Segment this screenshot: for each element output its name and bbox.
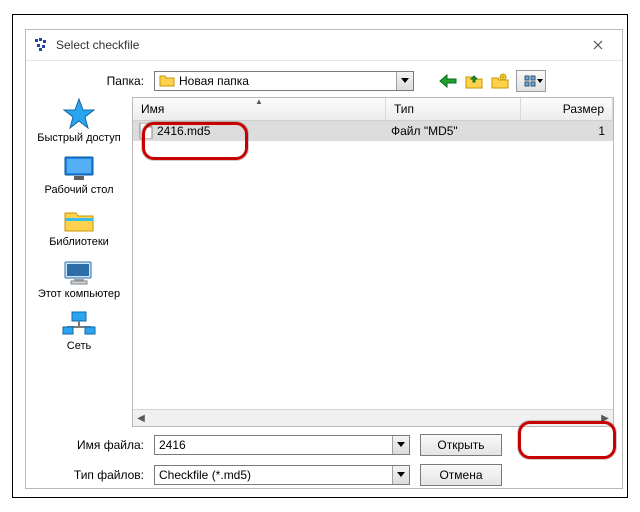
folder-combo[interactable]: Новая папка	[154, 71, 414, 91]
place-label: Быстрый доступ	[37, 132, 121, 144]
scroll-right-icon[interactable]: ▶	[597, 410, 613, 426]
place-label: Этот компьютер	[38, 288, 120, 300]
screenshot-frame: Select checkfile Папка: Новая папка	[12, 14, 628, 498]
bottom-form: Имя файла: 2416 Открыть Тип файлов: Chec…	[26, 427, 622, 499]
place-desktop[interactable]: Рабочий стол	[26, 153, 132, 197]
new-folder-icon[interactable]	[490, 71, 510, 91]
back-icon[interactable]	[438, 71, 458, 91]
filename-label: Имя файла:	[36, 438, 154, 452]
place-quickaccess[interactable]: Быстрый доступ	[26, 97, 132, 145]
dialog-body: Быстрый доступ Рабочий стол Библиотеки Э…	[26, 97, 622, 427]
folder-toolbar: Папка: Новая папка	[26, 61, 622, 97]
file-icon	[139, 123, 153, 139]
place-label: Сеть	[67, 340, 91, 352]
column-headers: Имя ▲ Тип Размер	[133, 98, 613, 121]
scroll-track[interactable]	[149, 410, 597, 426]
titlebar: Select checkfile	[26, 30, 622, 61]
folder-nav-icons	[438, 70, 546, 92]
file-row[interactable]: 2416.md5 Файл "MD5" 1	[133, 121, 613, 141]
filetype-value: Checkfile (*.md5)	[159, 468, 251, 482]
place-label: Библиотеки	[49, 236, 109, 248]
horizontal-scrollbar[interactable]: ◀ ▶	[133, 409, 613, 426]
header-size[interactable]: Размер	[521, 98, 613, 120]
places-bar: Быстрый доступ Рабочий стол Библиотеки Э…	[26, 97, 132, 427]
folder-combo-dropdown[interactable]	[396, 72, 413, 90]
window-title: Select checkfile	[56, 38, 139, 52]
header-type[interactable]: Тип	[386, 98, 521, 120]
file-name: 2416.md5	[157, 124, 210, 138]
place-network[interactable]: Сеть	[26, 309, 132, 353]
open-button[interactable]: Открыть	[420, 434, 502, 456]
filetype-combo[interactable]: Checkfile (*.md5)	[154, 465, 410, 485]
app-icon	[34, 37, 50, 53]
place-label: Рабочий стол	[44, 184, 113, 196]
filename-value: 2416	[159, 438, 186, 452]
place-thispc[interactable]: Этот компьютер	[26, 257, 132, 301]
header-name[interactable]: Имя ▲	[133, 98, 386, 120]
view-mode-button[interactable]	[516, 70, 546, 92]
close-button[interactable]	[578, 33, 618, 57]
file-open-dialog: Select checkfile Папка: Новая папка	[25, 29, 623, 489]
filetype-dropdown[interactable]	[392, 466, 409, 484]
up-folder-icon[interactable]	[464, 71, 484, 91]
place-libraries[interactable]: Библиотеки	[26, 205, 132, 249]
filename-input[interactable]: 2416	[154, 435, 410, 455]
file-type: Файл "MD5"	[383, 124, 517, 138]
file-size: 1	[517, 124, 613, 138]
filename-dropdown[interactable]	[392, 436, 409, 454]
header-name-label: Имя	[141, 102, 164, 116]
sort-asc-icon: ▲	[255, 97, 263, 106]
scroll-left-icon[interactable]: ◀	[133, 410, 149, 426]
file-list: Имя ▲ Тип Размер 2416.md5 Файл "MD5" 1 ◀…	[132, 97, 614, 427]
folder-icon	[159, 73, 175, 90]
cancel-button[interactable]: Отмена	[420, 464, 502, 486]
folder-name: Новая папка	[179, 74, 249, 88]
filetype-label: Тип файлов:	[36, 468, 154, 482]
folder-label: Папка:	[36, 74, 154, 88]
